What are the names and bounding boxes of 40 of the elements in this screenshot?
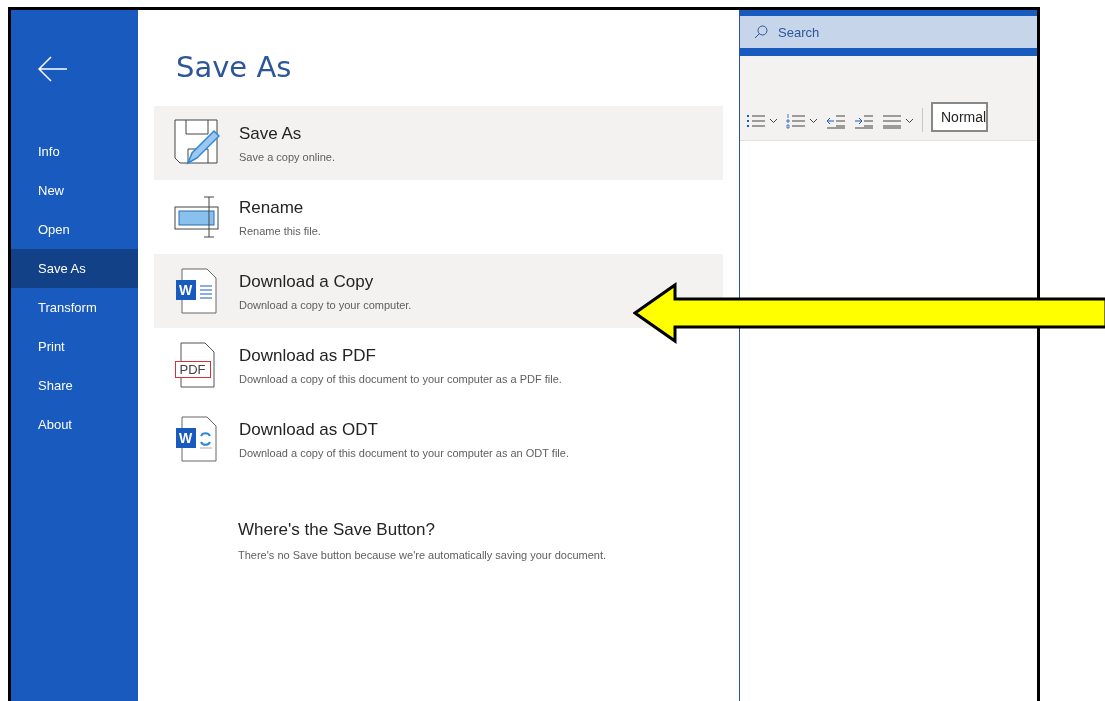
save-option[interactable]: Rename Rename this file. bbox=[154, 180, 723, 254]
sidebar-item[interactable]: Info bbox=[11, 132, 138, 171]
caret-icon bbox=[809, 118, 818, 124]
caret-icon bbox=[905, 118, 914, 124]
save-option[interactable]: PDF Download as PDF Download a copy of this document to your computer as a PDF file. bbox=[154, 328, 723, 402]
note-text: There's no Save button because we're automatically saving your document. bbox=[238, 549, 608, 561]
save-option[interactable]: W Download as ODT Download a copy of this document to your computer as an ODT file. bbox=[154, 402, 723, 476]
back-arrow-icon[interactable] bbox=[38, 56, 68, 82]
option-description: Download a copy to your computer. bbox=[239, 298, 412, 311]
save-option[interactable]: Save As Save a copy online. bbox=[154, 106, 723, 180]
option-title: Save As bbox=[239, 123, 303, 144]
sidebar-item[interactable]: Transform bbox=[11, 288, 138, 327]
note-title: Where's the Save Button? bbox=[238, 520, 436, 540]
search-icon bbox=[754, 25, 768, 39]
save-option[interactable]: W Download a Copy Download a copy to your computer. bbox=[154, 254, 723, 328]
sidebar-item[interactable]: Open bbox=[11, 210, 138, 249]
sidebar-item[interactable]: New bbox=[11, 171, 138, 210]
increase-indent-icon bbox=[854, 113, 874, 129]
caret-icon bbox=[769, 118, 778, 124]
option-title: Download a Copy bbox=[239, 271, 375, 292]
panel-title: Save As bbox=[176, 50, 292, 84]
option-title: Download as PDF bbox=[239, 345, 377, 366]
style-dropdown[interactable]: Normal bbox=[931, 102, 989, 132]
sidebar-item[interactable]: About bbox=[11, 405, 138, 444]
option-description: Download a copy of this document to your computer as a PDF file. bbox=[239, 372, 562, 385]
align-center-icon bbox=[882, 113, 902, 129]
option-title: Rename bbox=[239, 197, 305, 218]
decrease-indent-icon bbox=[826, 113, 846, 129]
option-description: Save a copy online. bbox=[239, 150, 335, 163]
option-title: Download as ODT bbox=[239, 419, 379, 440]
option-description: Download a copy of this document to your computer as an ODT file. bbox=[239, 446, 569, 459]
sidebar-item[interactable]: Save As bbox=[11, 249, 138, 288]
sidebar-item[interactable]: Share bbox=[11, 366, 138, 405]
numbered-list-icon bbox=[786, 113, 806, 129]
bullet-list-icon bbox=[746, 113, 766, 129]
rename-field-icon bbox=[173, 195, 220, 239]
option-description: Rename this file. bbox=[239, 224, 321, 237]
floppy-pencil-icon bbox=[173, 119, 220, 167]
search-field[interactable]: Search bbox=[740, 16, 1037, 48]
sidebar-item[interactable]: Print bbox=[11, 327, 138, 366]
